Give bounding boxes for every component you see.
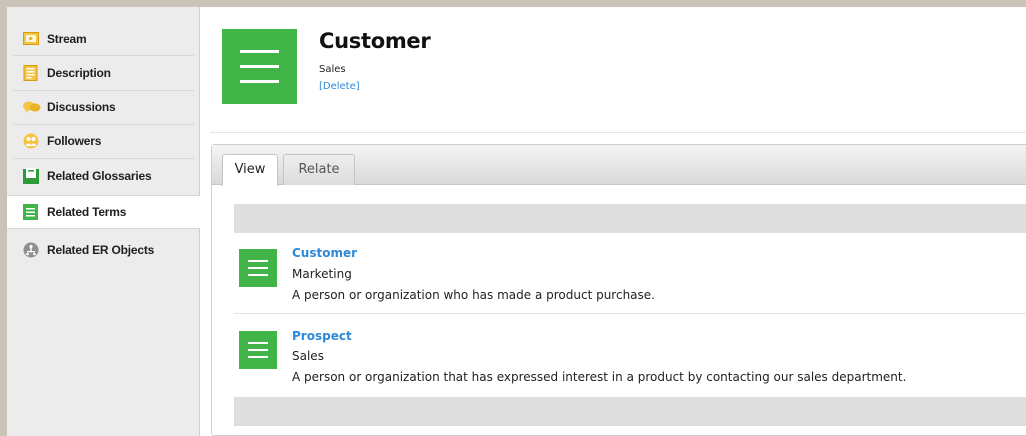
divider — [210, 132, 1026, 133]
list-footer-band — [234, 397, 1026, 426]
sidebar-item-description[interactable]: Description — [7, 56, 200, 90]
tab-view[interactable]: View — [222, 154, 278, 186]
sidebar-item-discussions[interactable]: Discussions — [7, 90, 200, 124]
term-category: Marketing — [292, 267, 352, 281]
main-content: Customer Sales [Delete] View Relate Cust… — [200, 7, 1026, 436]
term-name-link[interactable]: Customer — [292, 246, 357, 260]
page-subtitle: Sales — [319, 64, 346, 75]
term-description: A person or organization who has made a … — [292, 288, 655, 302]
discussions-icon — [23, 99, 41, 115]
glossaries-icon — [23, 168, 39, 184]
sidebar-item-related-glossaries[interactable]: Related Glossaries — [7, 159, 200, 193]
sidebar: Stream Description Discussions Followers… — [7, 7, 201, 436]
term-name-link[interactable]: Prospect — [292, 329, 352, 343]
sidebar-item-label: Followers — [47, 134, 102, 148]
tab-bar: View Relate — [212, 145, 1026, 186]
tab-relate[interactable]: Relate — [283, 154, 355, 185]
sidebar-item-label: Stream — [47, 32, 87, 46]
tab-panel: View Relate Customer Marketing A person … — [211, 144, 1026, 436]
stream-icon — [23, 31, 39, 47]
er-objects-icon — [23, 242, 39, 258]
sidebar-item-followers[interactable]: Followers — [7, 124, 200, 158]
term-description: A person or organization that has expres… — [292, 370, 907, 384]
sidebar-item-label: Discussions — [47, 100, 116, 114]
sidebar-item-related-er-objects[interactable]: Related ER Objects — [7, 233, 200, 267]
sidebar-item-related-terms[interactable]: Related Terms — [7, 195, 201, 229]
followers-icon — [23, 133, 39, 149]
delete-link[interactable]: [Delete] — [319, 81, 360, 92]
page-title: Customer — [319, 29, 431, 53]
term-item-icon — [239, 331, 277, 369]
sidebar-item-label: Related ER Objects — [47, 243, 155, 257]
sidebar-item-label: Related Terms — [47, 205, 127, 219]
description-icon — [23, 65, 39, 81]
sidebar-item-stream[interactable]: Stream — [7, 22, 200, 56]
list-header-band — [234, 204, 1026, 233]
term-icon — [222, 29, 297, 104]
terms-icon — [23, 204, 39, 220]
sidebar-item-label: Description — [47, 66, 111, 80]
sidebar-item-label: Related Glossaries — [47, 169, 152, 183]
term-category: Sales — [292, 349, 324, 363]
term-item-icon — [239, 249, 277, 287]
row-divider — [234, 313, 1026, 314]
